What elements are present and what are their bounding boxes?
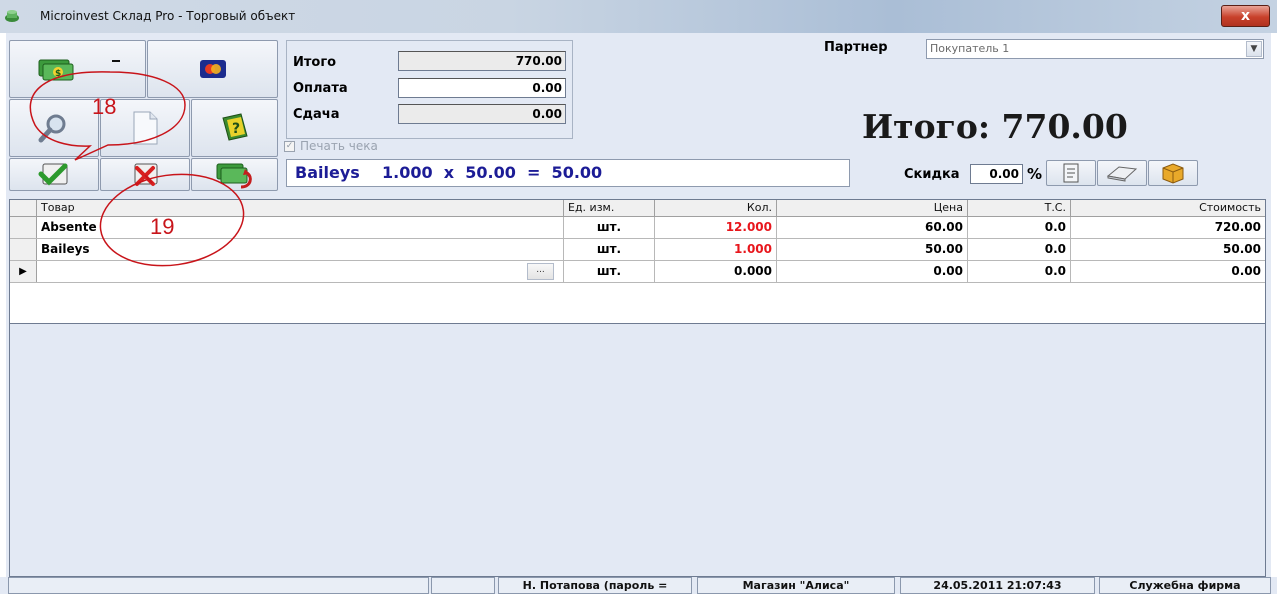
cell-qty[interactable]: 12.000 bbox=[655, 217, 777, 238]
print-receipt-checkbox[interactable]: ✓ Печать чека bbox=[284, 139, 378, 153]
total-field: 770.00 bbox=[398, 51, 566, 71]
total-label: Итого bbox=[293, 55, 337, 70]
cell-amount[interactable]: 720.00 bbox=[1071, 217, 1265, 238]
box-button[interactable] bbox=[1148, 160, 1198, 186]
title-bar: Microinvest Склад Pro - Торговый объект … bbox=[0, 0, 1277, 33]
window-title: Microinvest Склад Pro - Торговый объект bbox=[40, 9, 296, 23]
last-item-display: Baileys 1.000 x 50.00 = 50.00 bbox=[286, 159, 850, 187]
grid-empty-area bbox=[9, 324, 1266, 577]
box-icon bbox=[1162, 163, 1184, 184]
cash-payment-button[interactable]: $ bbox=[9, 40, 146, 98]
close-button[interactable]: x bbox=[1221, 5, 1270, 27]
cash-return-icon bbox=[216, 163, 252, 188]
cash-icon: $ bbox=[38, 59, 74, 81]
eraser-button[interactable] bbox=[1097, 160, 1147, 186]
card-icon bbox=[199, 60, 226, 78]
cell-price[interactable]: 0.00 bbox=[777, 261, 968, 282]
status-user: Н. Потапова (пароль = bbox=[498, 577, 692, 594]
table-row-new[interactable]: ▶ ... шт. 0.000 0.00 0.0 0.00 bbox=[10, 261, 1265, 283]
chevron-down-icon[interactable]: ▼ bbox=[1246, 41, 1262, 57]
confirm-check-icon bbox=[38, 163, 68, 186]
col-header-unit[interactable]: Ед. изм. bbox=[564, 200, 655, 217]
table-row[interactable]: Baileys шт. 1.000 50.00 0.0 50.00 bbox=[10, 239, 1265, 261]
col-header-amount[interactable]: Стоимость bbox=[1071, 200, 1265, 217]
cash-return-button[interactable] bbox=[191, 158, 278, 191]
cell-amount[interactable]: 50.00 bbox=[1071, 239, 1265, 260]
cell-qty[interactable]: 1.000 bbox=[655, 239, 777, 260]
cell-unit[interactable]: шт. bbox=[564, 261, 655, 282]
svg-text:$: $ bbox=[55, 69, 61, 79]
cell-tax[interactable]: 0.0 bbox=[968, 239, 1071, 260]
cell-price[interactable]: 60.00 bbox=[777, 217, 968, 238]
cell-tax[interactable]: 0.0 bbox=[968, 261, 1071, 282]
cell-price[interactable]: 50.00 bbox=[777, 239, 968, 260]
search-product-button[interactable] bbox=[9, 99, 99, 157]
payment-field[interactable]: 0.00 bbox=[398, 78, 566, 98]
status-datetime: 24.05.2011 21:07:43 bbox=[900, 577, 1095, 594]
status-store: Магазин "Алиса" bbox=[697, 577, 895, 594]
col-header-tax[interactable]: Т.С. bbox=[968, 200, 1071, 217]
status-pane-empty-1 bbox=[8, 577, 429, 594]
cell-qty[interactable]: 0.000 bbox=[655, 261, 777, 282]
search-icon bbox=[38, 114, 66, 143]
cell-product[interactable]: Baileys bbox=[37, 239, 564, 260]
note-icon bbox=[1063, 163, 1079, 183]
help-book-icon: ? bbox=[221, 113, 248, 141]
app-icon bbox=[5, 10, 19, 22]
main-panel: $ ? Итого 770.00 Оплата 0.00 Сдача 0.00 … bbox=[6, 33, 1271, 594]
cancel-sale-button[interactable] bbox=[100, 158, 190, 191]
grid-header-corner bbox=[10, 200, 37, 217]
card-payment-button[interactable] bbox=[147, 40, 278, 98]
big-total-display: Итого: 770.00 bbox=[862, 107, 1128, 146]
cell-product[interactable]: Absente bbox=[37, 217, 564, 238]
cell-unit[interactable]: шт. bbox=[564, 239, 655, 260]
items-grid: Товар Ед. изм. Кол. Цена Т.С. Стоимость … bbox=[9, 199, 1266, 324]
cell-unit[interactable]: шт. bbox=[564, 217, 655, 238]
discount-label: Скидка bbox=[904, 167, 960, 182]
help-button[interactable]: ? bbox=[191, 99, 278, 157]
print-receipt-label: Печать чека bbox=[300, 139, 378, 153]
product-lookup-button[interactable]: ... bbox=[527, 263, 554, 280]
cell-product-input[interactable] bbox=[37, 261, 564, 282]
payment-label: Оплата bbox=[293, 81, 348, 96]
discount-field[interactable]: 0.00 bbox=[970, 164, 1023, 184]
annotation-19: 19 bbox=[150, 214, 175, 239]
checkbox-box[interactable]: ✓ bbox=[284, 140, 295, 152]
document-icon bbox=[133, 111, 158, 145]
dropdown-dash bbox=[112, 60, 120, 62]
change-label: Сдача bbox=[293, 107, 340, 122]
status-company: Служебна фирма bbox=[1099, 577, 1271, 594]
cancel-x-icon bbox=[134, 163, 158, 186]
status-bar: Н. Потапова (пароль = Магазин "Алиса" 24… bbox=[0, 577, 1277, 594]
eraser-icon bbox=[1106, 166, 1138, 182]
change-field: 0.00 bbox=[398, 104, 566, 124]
col-header-qty[interactable]: Кол. bbox=[655, 200, 777, 217]
table-row[interactable]: Absente шт. 12.000 60.00 0.0 720.00 bbox=[10, 217, 1265, 239]
svg-text:?: ? bbox=[232, 121, 240, 137]
annotation-18: 18 bbox=[92, 94, 117, 119]
row-indicator bbox=[10, 217, 37, 238]
row-indicator bbox=[10, 239, 37, 260]
partner-select[interactable]: Покупатель 1 ▼ bbox=[926, 39, 1264, 59]
discount-unit: % bbox=[1027, 165, 1043, 183]
partner-label: Партнер bbox=[824, 40, 888, 55]
col-header-product[interactable]: Товар bbox=[37, 200, 564, 217]
cell-tax[interactable]: 0.0 bbox=[968, 217, 1071, 238]
current-row-marker: ▶ bbox=[10, 261, 37, 282]
col-header-price[interactable]: Цена bbox=[777, 200, 968, 217]
confirm-sale-button[interactable] bbox=[9, 158, 99, 191]
note-button[interactable] bbox=[1046, 160, 1096, 186]
status-pane-empty-2 bbox=[431, 577, 495, 594]
cell-amount[interactable]: 0.00 bbox=[1071, 261, 1265, 282]
partner-value: Покупатель 1 bbox=[930, 42, 1010, 55]
totals-panel: Итого 770.00 Оплата 0.00 Сдача 0.00 bbox=[286, 40, 573, 139]
